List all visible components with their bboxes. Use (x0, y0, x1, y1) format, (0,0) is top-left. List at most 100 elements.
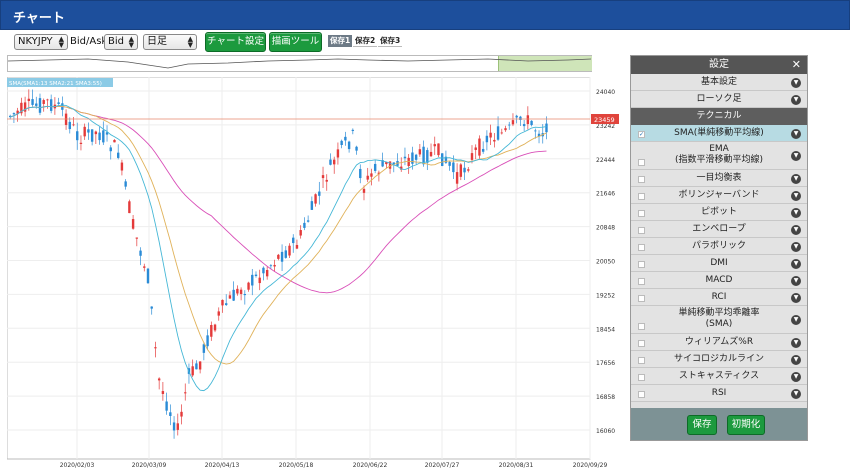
candle-body (165, 401, 168, 411)
candle-body (27, 98, 31, 102)
candle-body (306, 220, 310, 222)
indicator-checkbox[interactable] (638, 193, 645, 200)
chevron-down-icon[interactable]: ▼ (791, 241, 801, 252)
panel-row-14[interactable]: ウィリアムズ%R ▼ (631, 334, 807, 351)
chevron-down-icon[interactable]: ▼ (791, 207, 801, 218)
x-tick-label: 2020/06/22 (353, 462, 388, 469)
panel-row-8[interactable]: エンベロープ ▼ (631, 221, 807, 238)
chevron-down-icon[interactable]: ▼ (791, 371, 801, 382)
y-tick-label: 22444 (596, 157, 615, 164)
candle-body (239, 289, 243, 295)
candle-body (351, 129, 355, 131)
candle-body (94, 131, 98, 135)
save-button[interactable]: 保存 (687, 415, 717, 435)
chevron-down-icon[interactable]: ▼ (791, 77, 801, 88)
candle-body (258, 277, 261, 284)
panel-row-1[interactable]: ローソク足 ▼ (631, 91, 807, 108)
chevron-down-icon[interactable]: ▼ (791, 94, 801, 105)
indicator-checkbox[interactable] (638, 278, 645, 285)
chevron-down-icon[interactable]: ▼ (791, 388, 801, 399)
chevron-down-icon[interactable]: ▼ (791, 337, 801, 348)
indicator-checkbox[interactable] (638, 374, 645, 381)
chevron-down-icon[interactable]: ▼ (791, 354, 801, 365)
panel-row-4[interactable]: EMA (指数平滑移動平均線) ▼ (631, 142, 807, 170)
candle-body (526, 115, 530, 125)
chevron-down-icon[interactable]: ▼ (791, 173, 801, 184)
drawing-tools-button[interactable]: 描画ツール (269, 32, 322, 52)
chevron-down-icon[interactable]: ▼ (791, 128, 801, 139)
candle-body (210, 325, 213, 337)
candle-body (243, 293, 247, 296)
panel-row-7[interactable]: ピボット ▼ (631, 204, 807, 221)
panel-row-label: 基本設定 (700, 77, 737, 87)
candle-body (452, 162, 455, 173)
price-chart[interactable]: 2404023242224442164620848200501925218454… (6, 76, 622, 470)
chevron-down-icon[interactable]: ▼ (791, 151, 801, 161)
panel-row-3[interactable]: SMA(単純移動平均線) ✓ ▼ (631, 125, 807, 142)
bidask-label: Bid/Ask (70, 36, 108, 47)
indicator-checkbox[interactable] (638, 244, 645, 251)
candle-body (213, 324, 217, 331)
y-tick-label: 20050 (596, 259, 615, 266)
panel-row-17[interactable]: RSI ▼ (631, 385, 807, 402)
panel-row-10[interactable]: DMI ▼ (631, 255, 807, 272)
reset-button[interactable]: 初期化 (727, 415, 765, 435)
bidask-select[interactable]: Bid ▲ ▼ (104, 34, 138, 50)
symbol-select[interactable]: NKYJPY ▲ ▼ (14, 34, 68, 50)
panel-row-5[interactable]: 一目均衡表 ▼ (631, 170, 807, 187)
indicator-checkbox[interactable] (638, 323, 645, 330)
indicator-checkbox[interactable] (638, 340, 645, 347)
candle-body (474, 147, 477, 150)
panel-row-label-2: (SMA) (705, 319, 733, 329)
chevron-down-icon[interactable]: ▼ (791, 224, 801, 235)
candle-body (98, 132, 101, 141)
chart-area[interactable]: 24040 23242 22444 21646 20848 20050 19252 18454… (6, 76, 622, 470)
panel-row-6[interactable]: ボリンジャーバンド ▼ (631, 187, 807, 204)
candle-body (232, 289, 235, 301)
page-header: チャート (0, 0, 850, 30)
panel-row-9[interactable]: パラボリック ▼ (631, 238, 807, 255)
chevron-down-icon[interactable]: ▼ (791, 292, 801, 303)
candle-body (79, 142, 83, 144)
chevron-down-icon[interactable]: ▼ (791, 258, 801, 269)
panel-row-0[interactable]: 基本設定 ▼ (631, 74, 807, 91)
indicator-checkbox[interactable] (638, 210, 645, 217)
panel-row-label: ピボット (700, 207, 737, 217)
candle-body (128, 201, 131, 214)
indicator-checkbox[interactable] (638, 261, 645, 268)
indicator-checkbox[interactable] (638, 295, 645, 302)
chart-navigator[interactable] (7, 55, 592, 72)
candle-body (467, 169, 470, 171)
indicator-checkbox[interactable]: ✓ (638, 131, 645, 138)
panel-row-13[interactable]: 単純移動平均乖離率 (SMA) ▼ (631, 306, 807, 334)
candle-body (265, 270, 269, 277)
panel-row-15[interactable]: サイコロジカルライン ▼ (631, 351, 807, 368)
panel-row-12[interactable]: RCI ▼ (631, 289, 807, 306)
chevron-down-icon[interactable]: ▼ (791, 315, 801, 325)
indicator-checkbox[interactable] (638, 176, 645, 183)
indicator-checkbox[interactable] (638, 391, 645, 398)
close-icon[interactable]: ✕ (792, 56, 801, 74)
symbol-value: NKYJPY (18, 36, 53, 47)
legend-label: SMA(SMA1:13 SMA2:21 SMA3:55) (9, 81, 102, 87)
chevron-down-icon[interactable]: ▼ (791, 190, 801, 201)
candle-body (135, 237, 139, 239)
candle-body (463, 167, 466, 173)
candle-body (161, 391, 165, 394)
candle-body (519, 116, 522, 120)
candle-body (117, 152, 120, 158)
panel-row-2: テクニカル (631, 108, 807, 125)
indicator-checkbox[interactable] (638, 357, 645, 364)
chevron-down-icon[interactable]: ▼ (791, 275, 801, 286)
save-tab-1[interactable]: 保存1 (328, 35, 353, 47)
save-tab-2[interactable]: 保存2 (353, 35, 378, 47)
panel-row-16[interactable]: ストキャスティクス ▼ (631, 368, 807, 385)
chart-settings-button[interactable]: チャート設定 (205, 32, 266, 52)
timeframe-select[interactable]: 日足 ▲ ▼ (143, 34, 197, 50)
indicator-checkbox[interactable] (638, 159, 645, 166)
candle-body (146, 268, 150, 284)
panel-row-11[interactable]: MACD ▼ (631, 272, 807, 289)
save-tab-3[interactable]: 保存3 (378, 35, 403, 47)
indicator-checkbox[interactable] (638, 227, 645, 234)
candle-body (157, 378, 161, 381)
